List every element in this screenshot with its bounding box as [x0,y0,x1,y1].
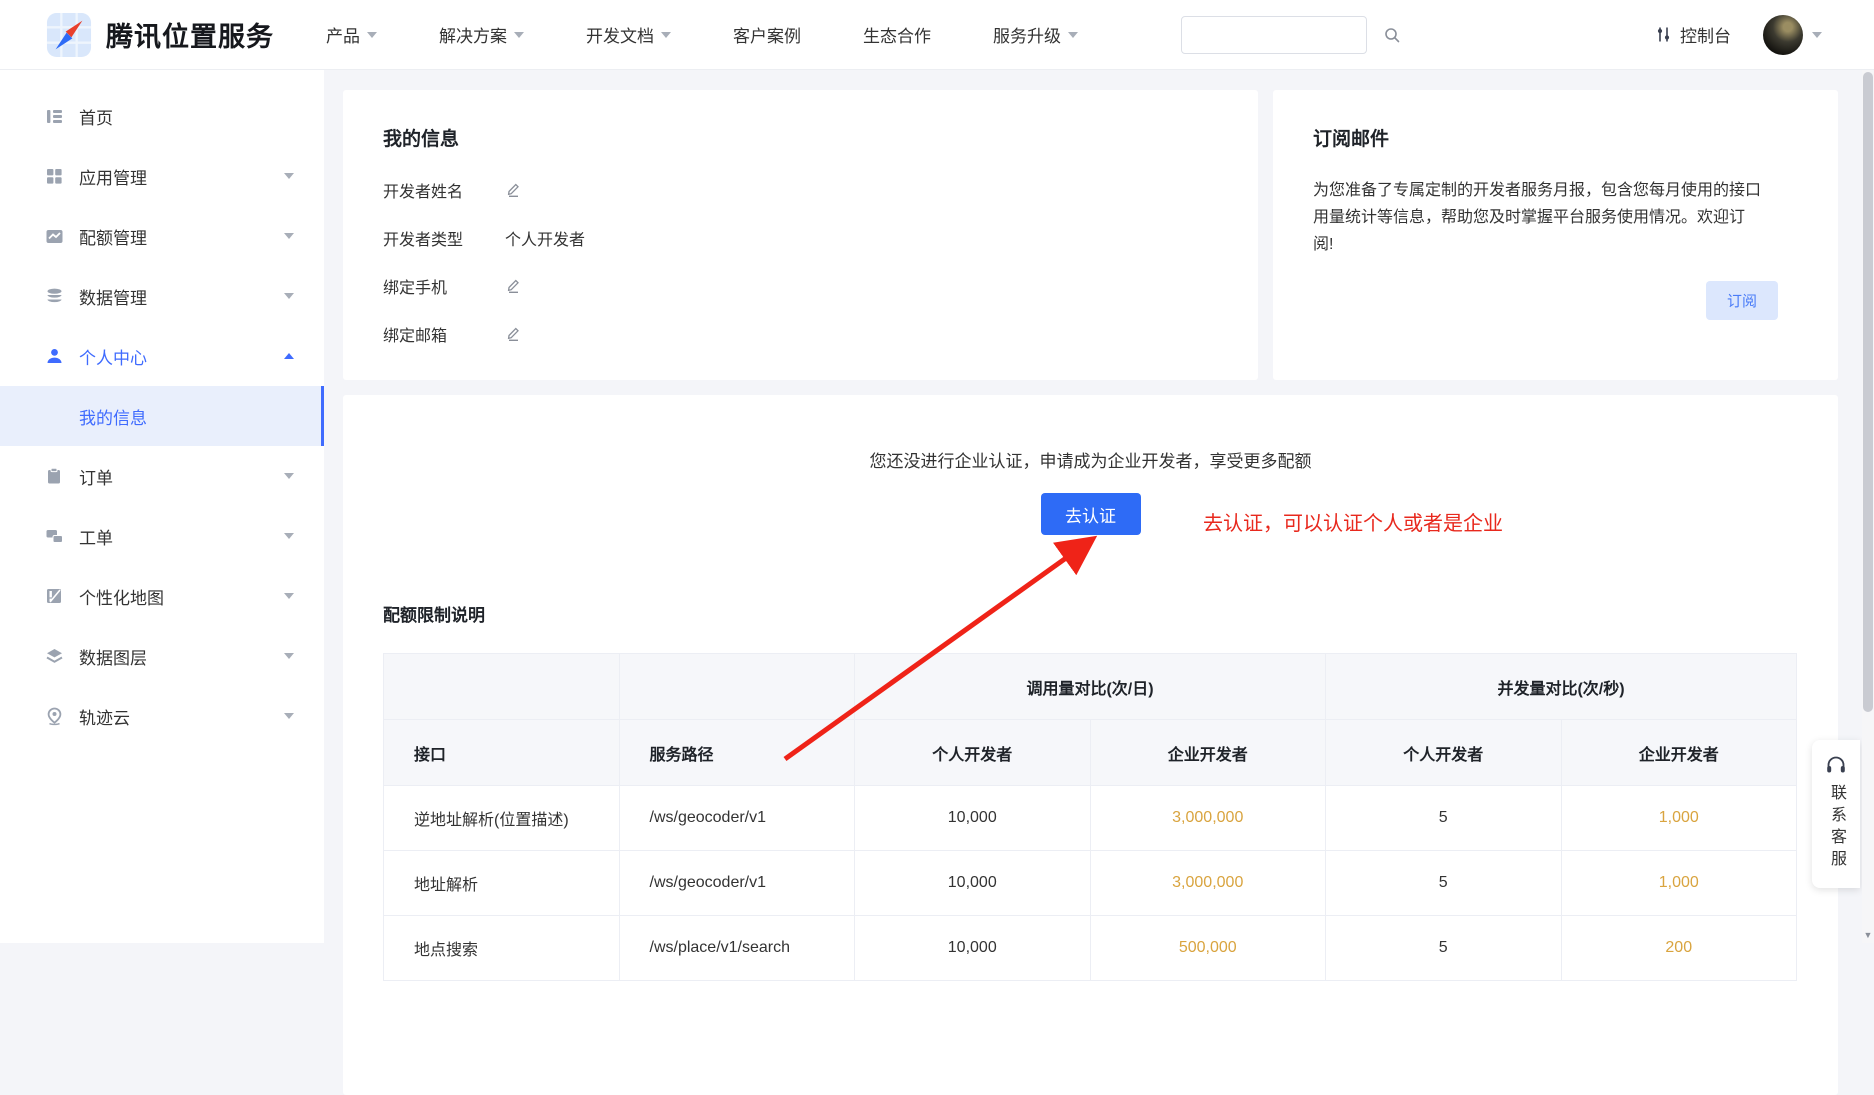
top-header: 腾讯位置服务 产品 解决方案 开发文档 客户案例 生态合作 服务升级 [0,0,1874,70]
group-header-concurrency: 并发量对比(次/秒) [1326,654,1797,720]
sliders-icon [1655,26,1672,43]
quota-section-title: 配额限制说明 [383,601,1838,626]
nav-products[interactable]: 产品 [326,22,377,47]
nav-solutions[interactable]: 解决方案 [439,22,524,47]
brand-name: 腾讯位置服务 [106,15,274,54]
field-bound-email: 绑定邮箱 [383,324,1218,343]
sidebar-item-home[interactable]: 首页 [0,86,324,146]
subscribe-body: 为您准备了专属定制的开发者服务月报，包含您每月使用的接口用量统计等信息，帮助您及… [1313,177,1765,258]
chat-icon [44,526,64,546]
subscribe-title: 订阅邮件 [1313,124,1798,151]
quota-card: 您还没进行企业认证，申请成为企业开发者，享受更多配额 去认证 去认证，可以认证个… [343,395,1838,1095]
sidebar-item-data[interactable]: 数据管理 [0,266,324,326]
search-box [1181,16,1367,54]
chevron-down-icon [1812,32,1822,38]
sidebar-item-quota[interactable]: 配额管理 [0,206,324,266]
quota-table: 调用量对比(次/日) 并发量对比(次/秒) 接口 服务路径 个人开发者 企业开发… [383,653,1797,981]
contact-support-tab[interactable]: 联系客服 [1812,740,1860,888]
nav-upgrade[interactable]: 服务升级 [993,22,1078,47]
avatar[interactable] [1763,15,1803,55]
field-developer-name: 开发者姓名 [383,180,1218,199]
sidebar-item-tickets[interactable]: 工单 [0,506,324,566]
scroll-down-icon[interactable]: ▼ [1862,930,1874,940]
contact-support-label: 联系客服 [1824,784,1848,872]
person-icon [44,346,64,366]
sidebar-item-personal-center[interactable]: 个人中心 [0,326,324,386]
location-pin-icon [44,706,64,726]
chevron-down-icon [284,293,294,299]
headset-icon [1825,754,1847,776]
database-icon [44,286,64,306]
edit-pencil-icon[interactable] [505,181,522,198]
list-icon [44,106,64,126]
scrollbar[interactable]: ▼ [1862,70,1874,943]
map-icon [44,586,64,606]
chevron-down-icon [367,32,377,38]
nav-cases[interactable]: 客户案例 [733,22,801,47]
main-content: 我的信息 开发者姓名 开发者类型 个人开发者 绑定手机 绑定邮箱 [324,70,1874,943]
scrollbar-thumb[interactable] [1863,72,1873,712]
user-menu[interactable] [1763,15,1822,55]
search-icon[interactable] [1383,26,1401,44]
nav-docs[interactable]: 开发文档 [586,22,671,47]
chevron-down-icon [284,713,294,719]
sidebar-subitem-my-info[interactable]: 我的信息 [0,386,324,446]
subscribe-card: 订阅邮件 为您准备了专属定制的开发者服务月报，包含您每月使用的接口用量统计等信息… [1273,90,1838,380]
table-header-row: 接口 服务路径 个人开发者 企业开发者 个人开发者 企业开发者 [384,720,1797,786]
table-row: 地点搜索 /ws/place/v1/search 10,000 500,000 … [384,916,1797,981]
red-annotation: 去认证，可以认证个人或者是企业 [1203,507,1503,536]
chart-icon [44,226,64,246]
sidebar-item-data-layers[interactable]: 数据图层 [0,626,324,686]
chevron-down-icon [661,32,671,38]
table-row: 地址解析 /ws/geocoder/v1 10,000 3,000,000 5 … [384,851,1797,916]
sidebar-item-orders[interactable]: 订单 [0,446,324,506]
table-row: 逆地址解析(位置描述) /ws/geocoder/v1 10,000 3,000… [384,786,1797,851]
table-group-header-row: 调用量对比(次/日) 并发量对比(次/秒) [384,654,1797,720]
compass-logo-icon [46,12,92,58]
chevron-down-icon [284,233,294,239]
sidebar-item-track-cloud[interactable]: 轨迹云 [0,686,324,746]
console-link[interactable]: 控制台 [1655,22,1731,47]
subscribe-button[interactable]: 订阅 [1706,281,1778,320]
verify-button[interactable]: 去认证 [1041,493,1141,535]
my-info-card: 我的信息 开发者姓名 开发者类型 个人开发者 绑定手机 绑定邮箱 [343,90,1258,380]
edit-pencil-icon[interactable] [505,277,522,294]
chevron-down-icon [514,32,524,38]
group-header-calls: 调用量对比(次/日) [855,654,1326,720]
main-nav: 产品 解决方案 开发文档 客户案例 生态合作 服务升级 [326,22,1140,47]
nav-ecosystem[interactable]: 生态合作 [863,22,931,47]
sidebar: 首页 应用管理 配额管理 数据管理 个人中心 我的信息 订单 [0,70,324,943]
sidebar-item-apps[interactable]: 应用管理 [0,146,324,206]
my-info-title: 我的信息 [383,124,1218,151]
chevron-down-icon [284,533,294,539]
clipboard-icon [44,466,64,486]
chevron-down-icon [284,653,294,659]
chevron-down-icon [284,473,294,479]
field-bound-phone: 绑定手机 [383,276,1218,295]
chevron-down-icon [284,173,294,179]
search-input[interactable] [1182,17,1383,53]
grid-icon [44,166,64,186]
chevron-down-icon [284,593,294,599]
chevron-down-icon [1068,32,1078,38]
chevron-up-icon [284,353,294,359]
verify-notice: 您还没进行企业认证，申请成为企业开发者，享受更多配额 [343,447,1838,472]
field-developer-type: 开发者类型 个人开发者 [383,228,1218,247]
brand[interactable]: 腾讯位置服务 [46,12,274,58]
edit-pencil-icon[interactable] [505,325,522,342]
layers-icon [44,646,64,666]
sidebar-item-custom-map[interactable]: 个性化地图 [0,566,324,626]
